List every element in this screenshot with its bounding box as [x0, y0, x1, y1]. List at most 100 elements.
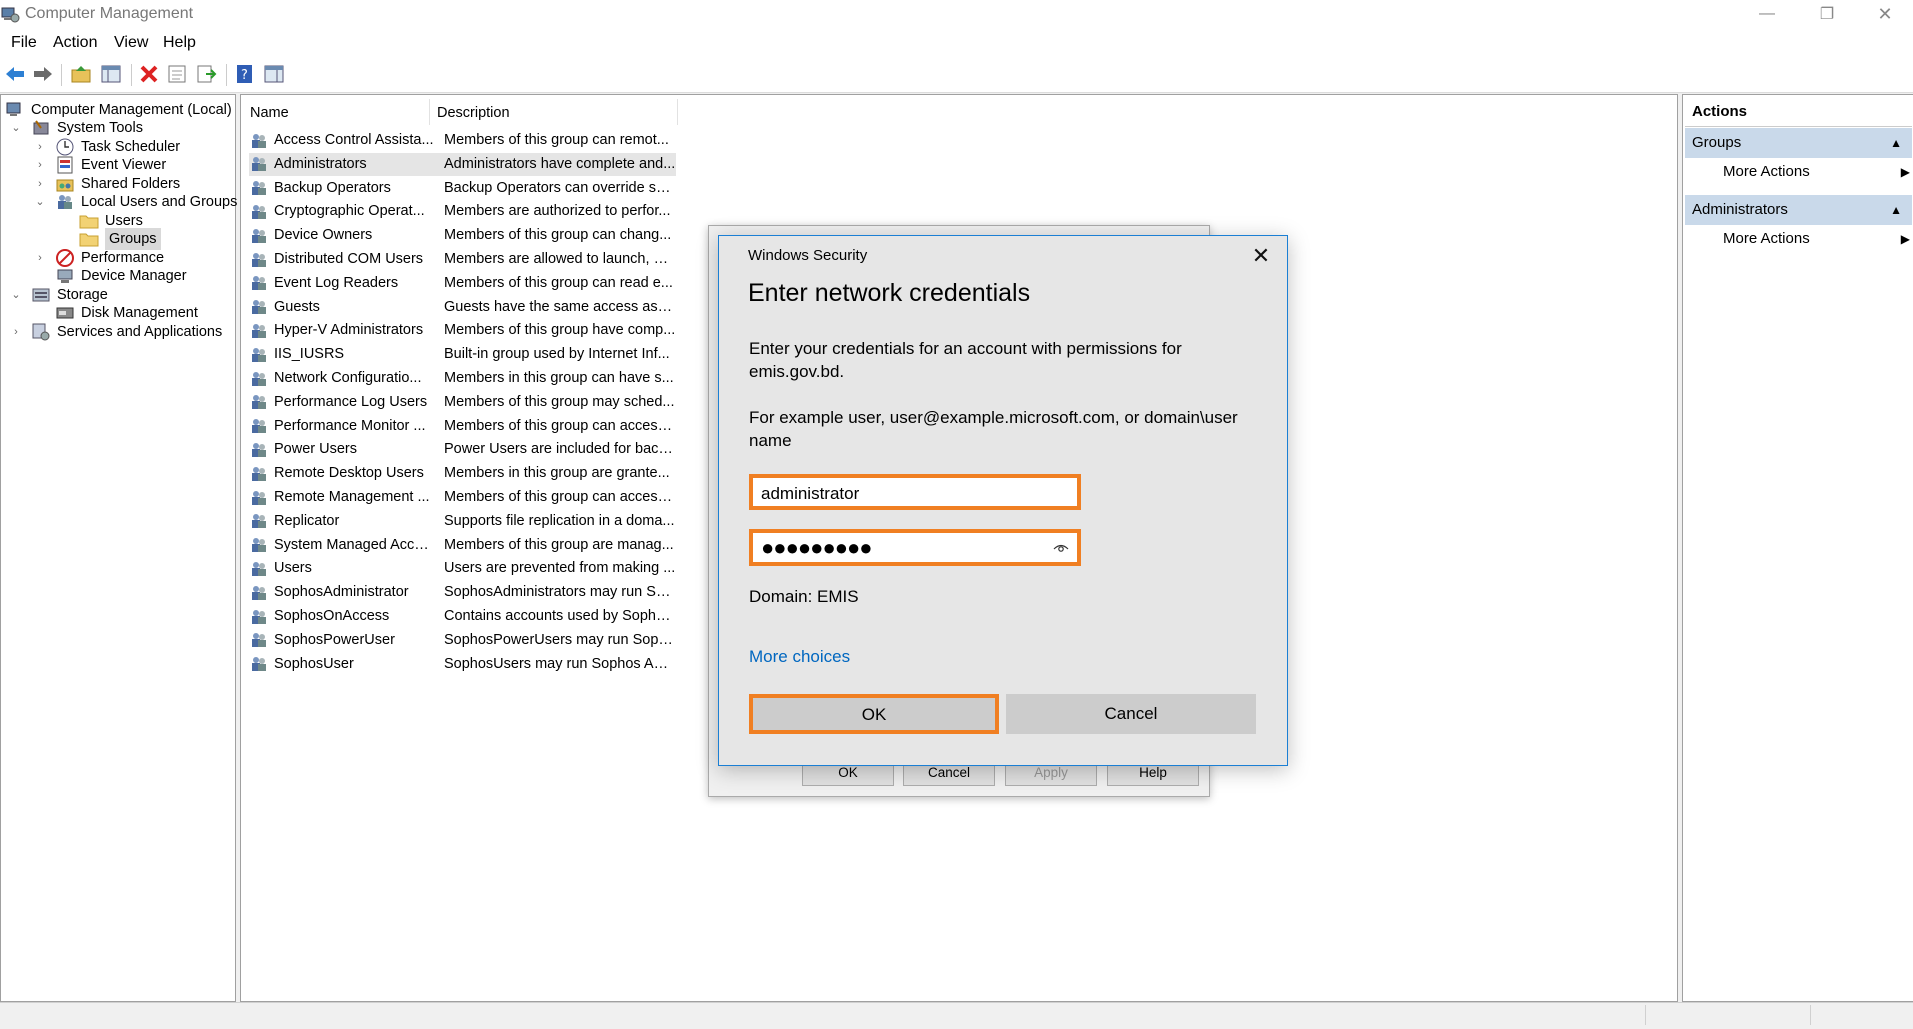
- group-icon: [249, 345, 269, 365]
- table-row[interactable]: SophosUser SophosUsers may run Sophos Ant…: [249, 653, 676, 676]
- group-icon: [249, 535, 269, 555]
- table-row[interactable]: Backup Operators Backup Operators can ove…: [249, 177, 676, 200]
- cancel-button[interactable]: Cancel: [1006, 694, 1256, 734]
- group-description: Supports file replication in a doma...: [444, 512, 675, 529]
- table-row[interactable]: Replicator Supports file replication in a…: [249, 510, 676, 533]
- table-row[interactable]: Access Control Assista... Members of this…: [249, 129, 676, 152]
- group-description: Members of this group can read e...: [444, 274, 673, 291]
- column-header-name[interactable]: Name: [250, 105, 289, 121]
- table-row[interactable]: Cryptographic Operat... Members are autho…: [249, 200, 676, 223]
- group-description: SophosUsers may run Sophos Anti...: [444, 655, 676, 672]
- dialog-app-name: Windows Security: [748, 247, 868, 264]
- table-row[interactable]: SophosPowerUser SophosPowerUsers may run …: [249, 629, 676, 652]
- table-row[interactable]: Performance Monitor ... Members of this g…: [249, 415, 676, 438]
- group-name: SophosUser: [274, 655, 354, 672]
- menu-file[interactable]: File: [11, 34, 37, 52]
- menu-bar: File Action View Help: [0, 28, 1913, 58]
- menu-action[interactable]: Action: [53, 34, 97, 52]
- group-name: IIS_IUSRS: [274, 346, 345, 363]
- group-name: Replicator: [274, 512, 340, 529]
- group-description: Members of this group may sched...: [444, 393, 675, 410]
- menu-view[interactable]: View: [114, 34, 148, 52]
- table-row[interactable]: SophosAdministrator SophosAdministrators …: [249, 581, 676, 604]
- table-row[interactable]: Remote Management ... Members of this gro…: [249, 486, 676, 509]
- delete-icon[interactable]: [137, 62, 161, 86]
- expand-chevron-icon[interactable]: ⌄: [9, 117, 23, 139]
- table-row[interactable]: IIS_IUSRS Built-in group used by Internet…: [249, 343, 676, 366]
- computer-management-icon: [1, 7, 20, 23]
- table-row[interactable]: Administrators Administrators have comple…: [249, 152, 676, 176]
- table-row[interactable]: Performance Log Users Members of this gro…: [249, 391, 676, 414]
- group-icon: [249, 297, 269, 317]
- column-header-description[interactable]: Description: [437, 105, 510, 121]
- collapse-icon[interactable]: ▲: [1890, 128, 1902, 158]
- more-actions-administrators[interactable]: More Actions ▶: [1723, 230, 1910, 247]
- group-description: Guests have the same access as m...: [444, 298, 676, 315]
- minimize-button[interactable]: —: [1744, 0, 1790, 28]
- show-hide-tree-icon[interactable]: [99, 62, 123, 86]
- group-description: Built-in group used by Internet Inf...: [444, 346, 670, 363]
- table-row[interactable]: Event Log Readers Members of this group c…: [249, 272, 676, 295]
- table-row[interactable]: SophosOnAccess Contains accounts used by …: [249, 605, 676, 628]
- table-row[interactable]: Network Configuratio... Members in this g…: [249, 367, 676, 390]
- username-value: administrator: [761, 484, 860, 503]
- services-icon: [31, 322, 51, 342]
- group-name: SophosPowerUser: [274, 631, 395, 648]
- group-name: Network Configuratio...: [274, 370, 422, 386]
- close-window-button[interactable]: ✕: [1862, 0, 1908, 28]
- group-name: Access Control Assista...: [274, 132, 434, 148]
- table-row[interactable]: Hyper-V Administrators Members of this gr…: [249, 319, 676, 342]
- tree-item-services-and-applications[interactable]: › Services and Applications: [9, 321, 222, 343]
- back-icon[interactable]: [3, 62, 27, 86]
- group-description: Members in this group are grante...: [444, 465, 670, 482]
- dialog-example: For example user, user@example.microsoft…: [749, 408, 1238, 450]
- export-list-icon[interactable]: [194, 62, 218, 86]
- group-icon: [249, 583, 269, 603]
- show-hide-action-pane-icon[interactable]: [262, 62, 286, 86]
- username-input[interactable]: administrator: [749, 474, 1081, 510]
- expand-chevron-icon[interactable]: ›: [9, 321, 23, 343]
- expand-chevron-icon[interactable]: ⌄: [9, 284, 23, 306]
- table-row[interactable]: Users Users are prevented from making ...: [249, 557, 676, 580]
- group-name: Cryptographic Operat...: [274, 203, 425, 220]
- reveal-password-icon[interactable]: [1053, 540, 1069, 556]
- table-row[interactable]: Power Users Power Users are included for …: [249, 438, 676, 461]
- group-description: Users are prevented from making ...: [444, 560, 676, 577]
- forward-icon[interactable]: [31, 62, 55, 86]
- restore-button[interactable]: ❐: [1804, 0, 1850, 28]
- table-row[interactable]: Guests Guests have the same access as m..…: [249, 296, 676, 319]
- collapse-icon[interactable]: ▲: [1890, 195, 1902, 225]
- window-title: Computer Management: [25, 5, 194, 22]
- table-row[interactable]: System Managed Acco... Members of this gr…: [249, 534, 676, 557]
- group-name: Power Users: [274, 441, 357, 458]
- group-description: Members of this group are manag...: [444, 536, 674, 553]
- group-description: Members are allowed to launch, ac...: [444, 251, 676, 267]
- properties-icon[interactable]: [165, 62, 189, 86]
- group-icon: [249, 369, 269, 389]
- menu-help[interactable]: Help: [163, 34, 196, 52]
- group-name: Distributed COM Users: [274, 251, 424, 267]
- group-icon: [249, 559, 269, 579]
- password-input[interactable]: ●●●●●●●●●: [749, 529, 1081, 566]
- actions-pane: Actions Groups ▲ More Actions ▶ Administ…: [1682, 94, 1913, 1002]
- actions-section-administrators[interactable]: Administrators ▲: [1685, 195, 1912, 225]
- up-folder-icon[interactable]: [69, 62, 93, 86]
- expand-chevron-icon[interactable]: ⌄: [33, 191, 47, 213]
- more-choices-link[interactable]: More choices: [749, 647, 850, 667]
- table-row[interactable]: Distributed COM Users Members are allowed…: [249, 248, 676, 271]
- group-name: Administrators: [274, 155, 367, 172]
- console-tree: Computer Management (Local) ⌄ System Tool…: [0, 94, 237, 1002]
- table-row[interactable]: Remote Desktop Users Members in this grou…: [249, 462, 676, 485]
- help-icon[interactable]: ?: [233, 62, 257, 86]
- group-name: Users: [274, 560, 312, 577]
- group-name: Guests: [274, 298, 320, 315]
- group-name: Performance Log Users: [274, 393, 428, 410]
- status-bar: [0, 1002, 1913, 1029]
- ok-button[interactable]: OK: [749, 694, 999, 734]
- group-description: Members of this group can access ...: [444, 417, 676, 434]
- close-icon[interactable]: ✕: [1249, 244, 1273, 268]
- group-description: Members are authorized to perfor...: [444, 203, 671, 220]
- table-row[interactable]: Device Owners Members of this group can c…: [249, 224, 676, 247]
- more-actions-groups[interactable]: More Actions ▶: [1723, 163, 1910, 180]
- actions-section-groups[interactable]: Groups ▲: [1685, 128, 1912, 158]
